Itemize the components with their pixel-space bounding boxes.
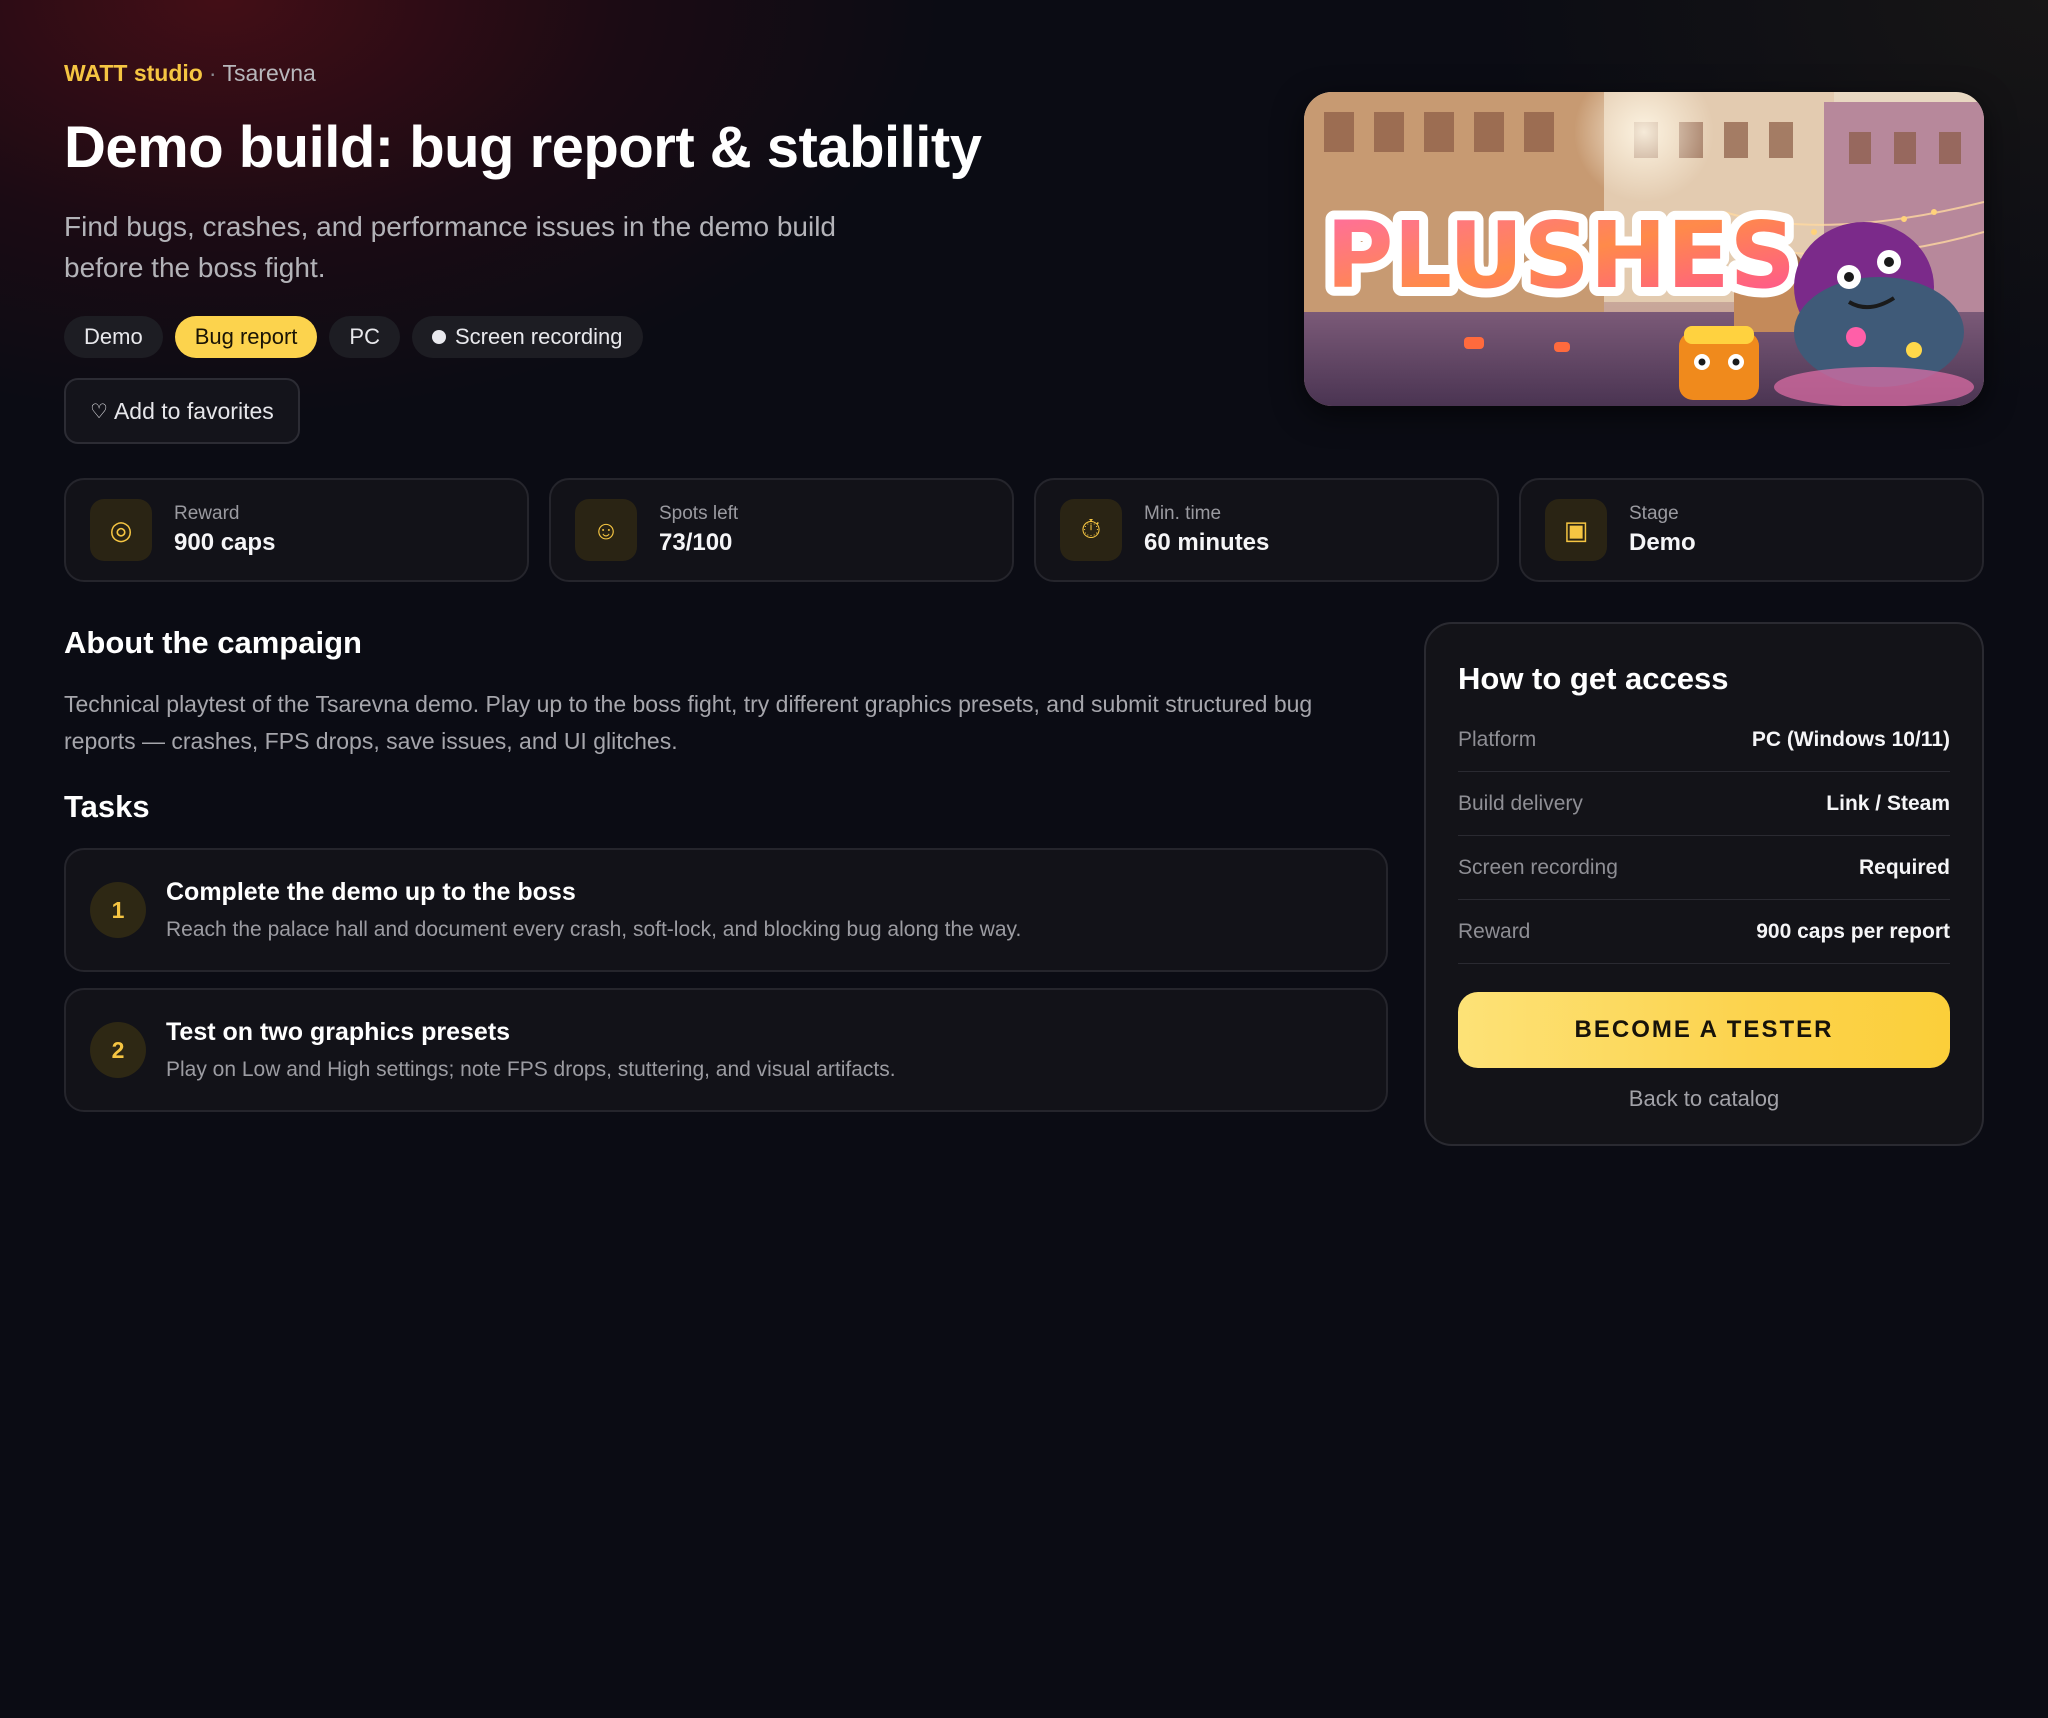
tag-bug-report[interactable]: Bug report <box>174 316 318 358</box>
target-icon: ◎ <box>90 499 152 561</box>
access-row-reward: Reward 900 caps per report <box>1458 900 1950 964</box>
task-item: 2 Test on two graphics presets Play on L… <box>64 988 1388 1112</box>
stats-row: ◎ Reward 900 caps ☺ Spots left 73/100 ⏱ … <box>64 478 1984 582</box>
dot-icon <box>431 330 446 344</box>
stat-label: Reward <box>174 503 240 524</box>
campaign-page: WATT studio · Tsarevna Demo build: bug rep… <box>64 56 1984 1146</box>
stat-label: Spots left <box>659 503 739 524</box>
tag-label: PC <box>349 324 380 349</box>
access-title: How to get access <box>1458 661 1729 696</box>
tag-screen-recording[interactable]: Screen recording <box>411 316 643 358</box>
tag-label: Bug report <box>194 324 298 349</box>
stat-min-time: ⏱ Min. time 60 minutes <box>1034 478 1499 582</box>
breadcrumb-separator: · <box>208 60 217 86</box>
task-title: Complete the demo up to the boss <box>166 878 576 906</box>
add-to-favorites-button[interactable]: ♡ Add to favorites <box>64 378 300 444</box>
stat-spots-left: ☺ Spots left 73/100 <box>549 478 1014 582</box>
stat-value: 60 minutes <box>1144 529 1270 556</box>
stopwatch-icon: ⏱ <box>1060 499 1122 561</box>
game-cover-image: PLUSHES PLUSHES <box>1304 92 1984 406</box>
square-icon: ▣ <box>1545 499 1607 561</box>
tag-label: Screen recording <box>454 324 623 349</box>
stat-stage: ▣ Stage Demo <box>1519 478 1984 582</box>
access-row-build-delivery: Build delivery Link / Steam <box>1458 772 1950 836</box>
task-description: Play on Low and High settings; note FPS … <box>166 1058 896 1081</box>
stat-reward: ◎ Reward 900 caps <box>64 478 529 582</box>
access-value: 900 caps per report <box>1756 919 1950 943</box>
stat-value: 900 caps <box>174 529 276 556</box>
access-value: Link / Steam <box>1826 791 1950 815</box>
stat-label: Min. time <box>1144 503 1222 524</box>
main-content: About the campaign Technical playtest of… <box>64 622 1388 1112</box>
stat-value: Demo <box>1629 529 1696 556</box>
task-number: 2 <box>90 1022 146 1078</box>
tag-pc[interactable]: PC <box>329 316 400 358</box>
access-key: Build delivery <box>1458 791 1583 815</box>
studio-link[interactable]: WATT studio <box>64 60 203 86</box>
task-title: Test on two graphics presets <box>166 1018 511 1046</box>
access-row-platform: Platform PC (Windows 10/11) <box>1458 708 1950 772</box>
access-card: How to get access Platform PC (Windows 1… <box>1424 622 1984 1146</box>
tag-demo[interactable]: Demo <box>64 316 163 358</box>
access-key: Screen recording <box>1458 855 1618 879</box>
heart-icon: ♡ <box>90 400 108 423</box>
task-list: 1 Complete the demo up to the boss Reach… <box>64 848 1388 1112</box>
task-description: Reach the palace hall and document every… <box>166 918 1022 941</box>
stat-value: 73/100 <box>659 529 733 556</box>
page-subtitle: Find bugs, crashes, and performance issu… <box>64 211 836 283</box>
cover-logo: PLUSHES <box>1326 202 1796 309</box>
become-tester-button[interactable]: BECOME A TESTER <box>1458 992 1950 1068</box>
tag-label: Demo <box>84 324 143 349</box>
about-title: About the campaign <box>64 625 362 660</box>
add-to-favorites-label: Add to favorites <box>113 397 274 424</box>
task-item: 1 Complete the demo up to the boss Reach… <box>64 848 1388 972</box>
hero-section: WATT studio · Tsarevna Demo build: bug rep… <box>64 56 1984 456</box>
about-text: Technical playtest of the Tsarevna demo.… <box>64 691 1313 754</box>
tasks-title: Tasks <box>64 789 150 824</box>
back-to-catalog-link[interactable]: Back to catalog <box>1458 1086 1950 1112</box>
access-details: Platform PC (Windows 10/11) Build delive… <box>1458 708 1950 964</box>
access-value: Required <box>1858 855 1950 879</box>
game-name[interactable]: Tsarevna <box>223 60 316 86</box>
access-row-screen-recording: Screen recording Required <box>1458 836 1950 900</box>
access-key: Platform <box>1458 727 1537 751</box>
task-number: 1 <box>90 882 146 938</box>
breadcrumb: WATT studio · Tsarevna <box>64 56 1984 90</box>
stat-label: Stage <box>1629 503 1679 524</box>
access-key: Reward <box>1458 919 1531 943</box>
access-value: PC (Windows 10/11) <box>1751 727 1950 751</box>
smiley-icon: ☺ <box>575 499 637 561</box>
